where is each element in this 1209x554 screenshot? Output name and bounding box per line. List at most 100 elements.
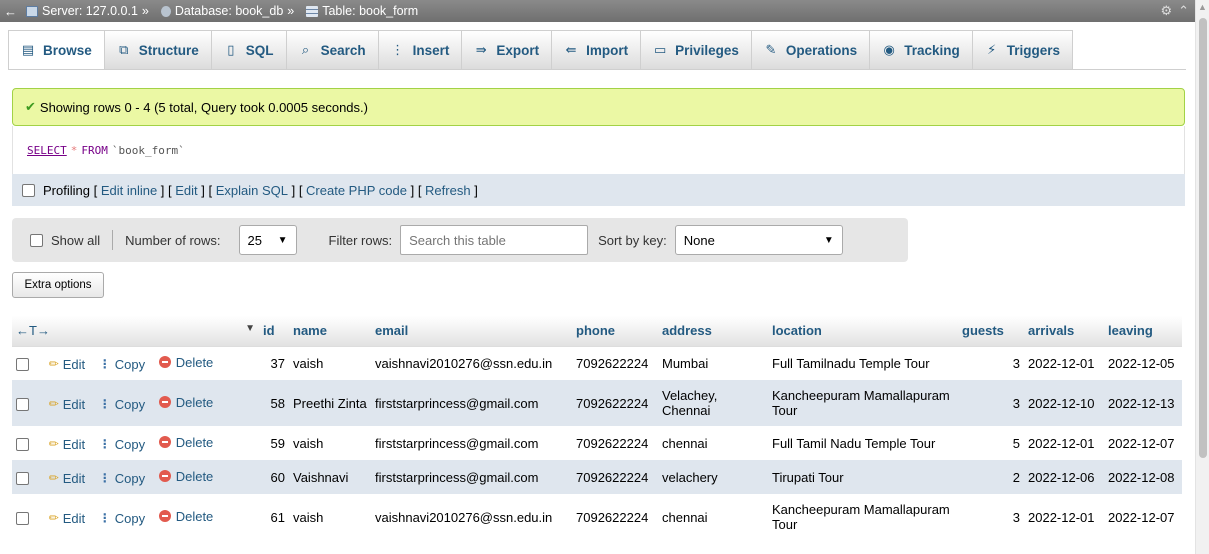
tab-export[interactable]: ⇛ Export (462, 30, 553, 70)
delete-row-button[interactable]: Delete (158, 355, 213, 370)
scrollbar-thumb[interactable] (1199, 18, 1207, 458)
sql-query-display: SELECT * FROM `book_form` (12, 126, 1185, 174)
table-icon (306, 5, 319, 17)
column-header-leaving[interactable]: leaving (1104, 316, 1182, 347)
pencil-icon: ✏ (48, 437, 59, 451)
chevron-down-icon: ▼ (277, 234, 288, 246)
delete-icon (158, 470, 171, 482)
tracking-icon: ◉ (883, 42, 895, 57)
column-header-address[interactable]: address (658, 316, 768, 347)
tab-structure[interactable]: ⧉ Structure (104, 30, 212, 70)
edit-row-button[interactable]: ✏ Edit (49, 397, 85, 412)
delete-row-button[interactable]: Delete (158, 395, 213, 410)
column-actions-header: ←T→ ▼ (12, 316, 259, 347)
copy-icon: ⋮ (98, 357, 111, 372)
table-row: ✏ Edit ⋮ Copy Delete 60 Vaishnavi firststa… (12, 460, 1182, 494)
sql-select-keyword[interactable]: SELECT (27, 144, 67, 157)
privileges-icon: ▭ (653, 42, 667, 57)
row-checkbox[interactable] (16, 472, 29, 486)
sort-by-key-select[interactable]: None ▼ (674, 225, 843, 255)
operations-icon: ✎ (765, 42, 777, 57)
tab-operations[interactable]: ✎ Operations (751, 30, 871, 70)
sql-icon: ▯ (227, 42, 235, 57)
pencil-icon: ✏ (48, 511, 59, 525)
copy-icon: ⋮ (98, 437, 111, 451)
show-all-checkbox[interactable] (30, 233, 43, 247)
edit-row-button[interactable]: ✏ Edit (49, 437, 85, 452)
column-header-email[interactable]: email (371, 316, 572, 347)
table-navigation: Show all Number of rows: 25 ▼ Filter row… (12, 218, 908, 262)
profiling-checkbox[interactable] (22, 183, 35, 197)
column-header-phone[interactable]: phone (572, 316, 658, 347)
sort-dropdown-icon[interactable]: ▼ (245, 323, 255, 334)
copy-row-button[interactable]: ⋮ Copy (99, 357, 145, 372)
table-row: ✏ Edit ⋮ Copy Delete 61 vaish vaishnavi201… (12, 494, 1182, 540)
search-icon: ⌕ (301, 42, 310, 57)
scroll-up-icon[interactable]: ▲ (1196, 0, 1209, 14)
delete-icon (158, 396, 171, 408)
vertical-scrollbar[interactable]: ▲ (1195, 0, 1209, 554)
column-header-guests[interactable]: guests (958, 316, 1024, 347)
tab-search[interactable]: ⌕ Search (286, 30, 379, 70)
breadcrumb-server[interactable]: Server: 127.0.0.1 » (26, 4, 155, 18)
row-checkbox[interactable] (16, 398, 29, 412)
copy-row-button[interactable]: ⋮ Copy (99, 397, 145, 412)
delete-icon (158, 436, 171, 448)
delete-row-button[interactable]: Delete (158, 469, 213, 484)
tab-divider (8, 69, 1186, 70)
tab-insert[interactable]: ⋮ Insert (378, 30, 463, 70)
extra-options-button[interactable]: Extra options (12, 272, 104, 298)
delete-row-button[interactable]: Delete (158, 435, 213, 450)
pencil-icon: ✏ (48, 471, 59, 485)
filter-rows-input[interactable]: Search this table (400, 225, 589, 255)
tab-tracking[interactable]: ◉ Tracking (870, 30, 973, 70)
explain-sql-link[interactable]: Explain SQL (216, 183, 288, 198)
refresh-link[interactable]: Refresh (425, 183, 471, 198)
pencil-icon: ✏ (48, 357, 59, 372)
results-table: ←T→ ▼ id name email phone address locati… (12, 316, 1182, 540)
copy-row-button[interactable]: ⋮ Copy (99, 437, 145, 452)
settings-gear-icon[interactable]: ⚙ (1160, 3, 1172, 19)
table-row: ✏ Edit ⋮ Copy Delete 37 vaish vaishnavi201… (12, 346, 1182, 380)
delete-row-button[interactable]: Delete (158, 509, 213, 524)
breadcrumb-table[interactable]: Table: book_form (306, 4, 418, 18)
tab-privileges[interactable]: ▭ Privileges (641, 30, 752, 70)
row-checkbox[interactable] (16, 438, 29, 452)
import-icon: ⇚ (565, 42, 577, 57)
row-checkbox[interactable] (16, 358, 29, 372)
edit-link[interactable]: Edit (175, 183, 197, 198)
tab-import[interactable]: ⇚ Import (552, 30, 642, 70)
edit-row-button[interactable]: ✏ Edit (49, 357, 85, 372)
rows-per-page-select[interactable]: 25 ▼ (238, 225, 297, 255)
table-row: ✏ Edit ⋮ Copy Delete 58 Preethi Zinta firs… (12, 380, 1182, 426)
create-php-code-link[interactable]: Create PHP code (306, 183, 407, 198)
column-arrows-icon[interactable]: ←T→ (16, 323, 50, 338)
copy-row-button[interactable]: ⋮ Copy (99, 511, 145, 526)
copy-row-button[interactable]: ⋮ Copy (99, 471, 145, 486)
column-header-name[interactable]: name (289, 316, 371, 347)
column-header-id[interactable]: id (259, 316, 289, 347)
export-icon: ⇛ (475, 42, 487, 57)
triggers-icon: ⚡ (987, 42, 997, 57)
browse-icon: ▤ (21, 42, 35, 57)
column-header-arrivals[interactable]: arrivals (1024, 316, 1104, 347)
edit-inline-link[interactable]: Edit inline (101, 183, 157, 198)
tab-browse[interactable]: ▤ Browse (8, 30, 105, 70)
collapse-icon[interactable]: ⌃ (1178, 3, 1189, 19)
tab-sql[interactable]: ▯ SQL (211, 30, 287, 70)
back-arrow-icon[interactable]: ← (4, 4, 18, 19)
column-header-location[interactable]: location (768, 316, 958, 347)
breadcrumb-database[interactable]: Database: book_db » (160, 4, 300, 18)
profiling-bar: Profiling [ Edit inline ] [ Edit ] [ Exp… (12, 174, 1185, 206)
tab-bar: ▤ Browse ⧉ Structure ▯ SQL ⌕ Search ⋮ Insert … (8, 30, 1073, 70)
row-checkbox[interactable] (16, 512, 29, 526)
structure-icon: ⧉ (119, 42, 129, 57)
edit-row-button[interactable]: ✏ Edit (49, 511, 85, 526)
success-message: ✔ Showing rows 0 - 4 (5 total, Query too… (12, 88, 1185, 126)
tab-triggers[interactable]: ⚡ Triggers (972, 30, 1073, 70)
copy-icon: ⋮ (98, 471, 111, 485)
server-icon (26, 5, 38, 17)
delete-icon (158, 510, 171, 522)
breadcrumb: ← Server: 127.0.0.1 » Database: book_db … (0, 0, 1195, 22)
edit-row-button[interactable]: ✏ Edit (49, 471, 85, 486)
